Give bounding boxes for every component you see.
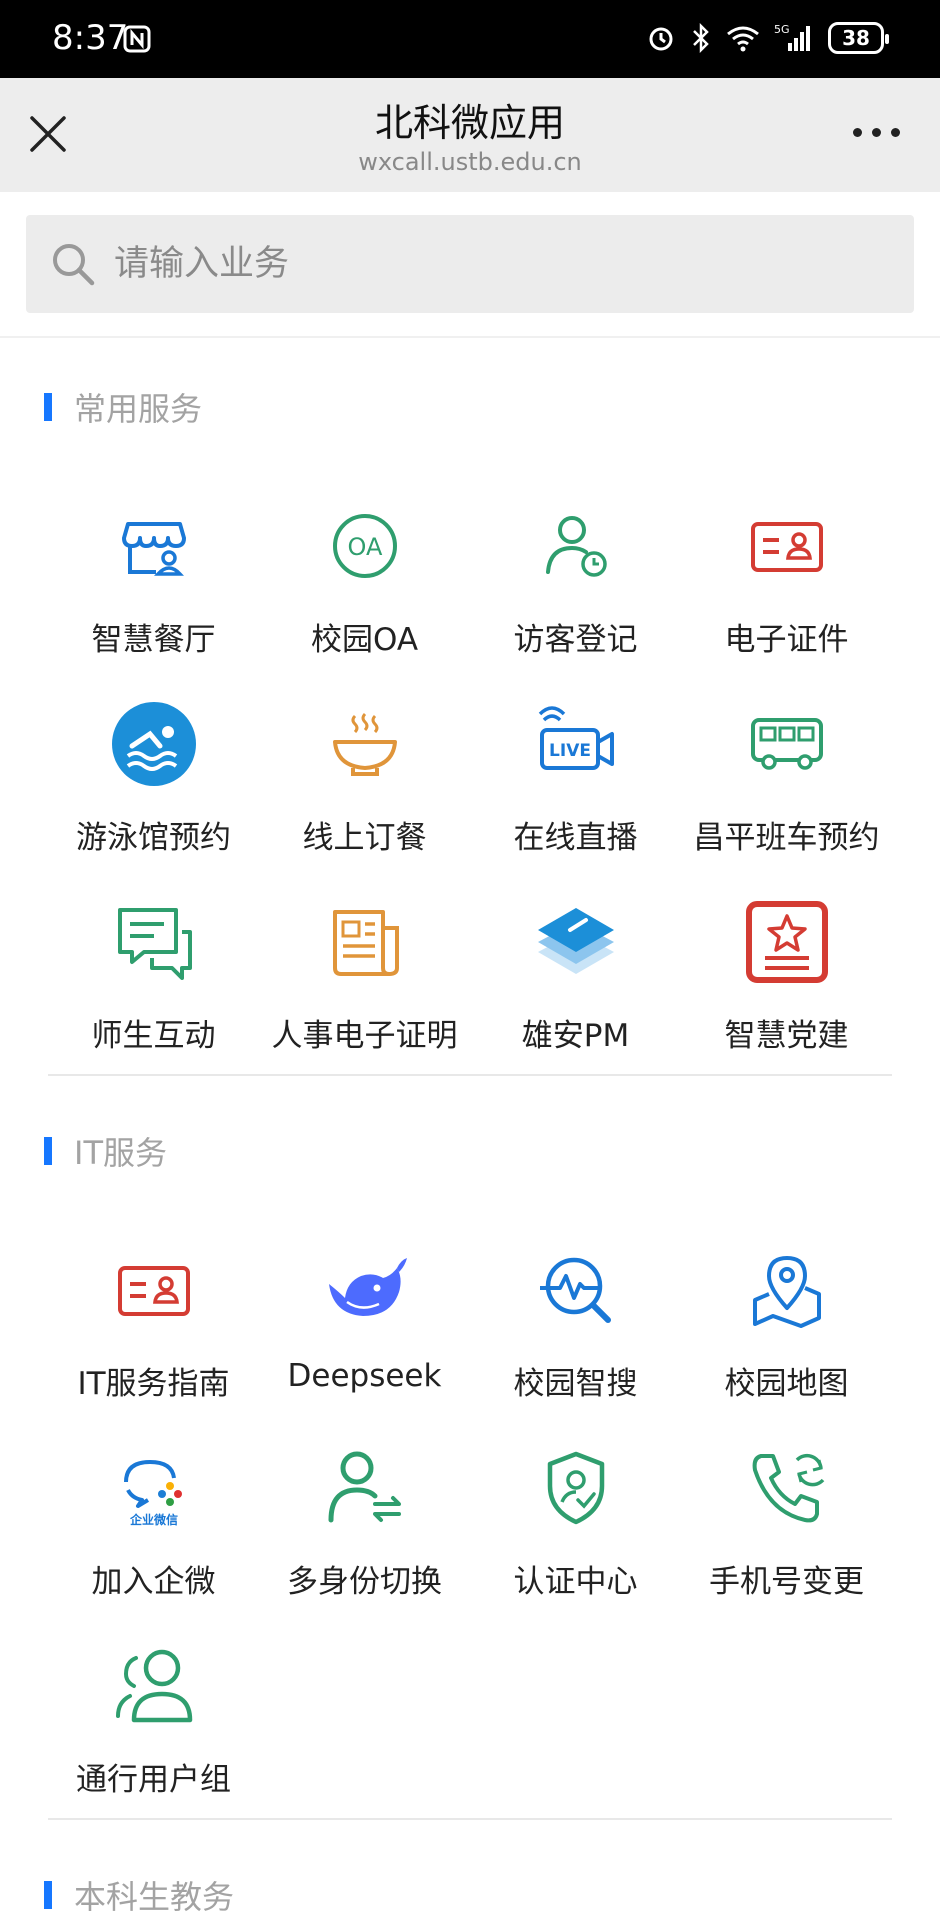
app-label: 游泳馆预约: [76, 820, 231, 856]
layers-icon: [537, 908, 614, 974]
party-star-icon: [745, 901, 828, 983]
app-label: 人事电子证明: [271, 1018, 458, 1054]
swimming-icon: [111, 702, 196, 786]
app-auth-center[interactable]: 认证中心: [470, 1430, 681, 1628]
page-url: wxcall.ustb.edu.cn: [358, 148, 582, 176]
nav-bar: 北科微应用 wxcall.ustb.edu.cn: [0, 78, 940, 192]
id-card-icon: [117, 1266, 190, 1316]
app-phone-change[interactable]: 手机号变更: [681, 1430, 892, 1628]
user-switch-icon: [328, 1451, 401, 1523]
app-e-certificate[interactable]: 电子证件: [681, 488, 892, 686]
status-time: 8:37: [52, 18, 129, 58]
visitor-icon: [545, 516, 607, 577]
app-label: 线上订餐: [302, 820, 427, 856]
app-label: 智慧餐厅: [91, 622, 216, 658]
app-label: IT服务指南: [77, 1366, 230, 1402]
id-card-icon: [750, 522, 823, 572]
app-visitor[interactable]: 访客登记: [470, 488, 681, 686]
status-bar: 8:37 5G 38: [0, 0, 940, 78]
app-label: Deepseek: [287, 1358, 442, 1394]
search-input[interactable]: [114, 244, 834, 284]
section-header-it: IT服务: [44, 1128, 167, 1174]
user-group-icon: [115, 1649, 192, 1723]
whale-icon: [328, 1258, 407, 1316]
bluetooth-icon: [693, 23, 709, 53]
alarm-icon: [649, 27, 673, 51]
app-deepseek[interactable]: Deepseek: [259, 1232, 470, 1430]
app-online-order[interactable]: 线上订餐: [259, 686, 470, 884]
restaurant-icon: [121, 522, 186, 576]
svg-text:5G: 5G: [774, 23, 790, 36]
section-title: IT服务: [74, 1134, 167, 1172]
app-join-wecom[interactable]: 企业微信 加入企微: [48, 1430, 259, 1628]
common-services-grid: 智慧餐厅 OA 校园OA 访客登记 电子证件 游泳馆预约 线上订餐 LIVE 在…: [48, 488, 892, 1082]
section-header-undergrad: 本科生教务: [44, 1872, 234, 1918]
pulse-search-icon: [539, 1257, 611, 1323]
battery-indicator: 38: [828, 22, 889, 54]
app-identity-switch[interactable]: 多身份切换: [259, 1430, 470, 1628]
app-hr-certificate[interactable]: 人事电子证明: [259, 884, 470, 1082]
svg-text:企业微信: 企业微信: [128, 1512, 177, 1527]
app-label: 加入企微: [91, 1564, 216, 1600]
nfc-icon: [123, 25, 151, 53]
app-label: 电子证件: [724, 622, 849, 658]
more-menu-icon[interactable]: [853, 128, 900, 137]
app-label: 师生互动: [91, 1018, 216, 1054]
app-label: 认证中心: [513, 1564, 638, 1600]
app-label: 通行用户组: [76, 1762, 231, 1798]
app-smart-party[interactable]: 智慧党建: [681, 884, 892, 1082]
app-label: 昌平班车预约: [693, 820, 880, 856]
signal-icon: 5G: [774, 23, 810, 51]
search-area: [0, 192, 940, 338]
map-pin-icon: [752, 1256, 821, 1328]
bus-icon: [750, 718, 823, 770]
app-live[interactable]: LIVE 在线直播: [470, 686, 681, 884]
app-teacher-student[interactable]: 师生互动: [48, 884, 259, 1082]
svg-text:OA: OA: [347, 533, 382, 561]
wecom-icon: 企业微信: [123, 1459, 182, 1527]
app-campus-search[interactable]: 校园智搜: [470, 1232, 681, 1430]
app-user-group[interactable]: 通行用户组: [48, 1628, 259, 1826]
page-title: 北科微应用: [374, 101, 565, 145]
app-label: 访客登记: [513, 622, 638, 658]
app-label: 在线直播: [513, 820, 638, 856]
app-smart-restaurant[interactable]: 智慧餐厅: [48, 488, 259, 686]
app-swimming[interactable]: 游泳馆预约: [48, 686, 259, 884]
app-shuttle-bus[interactable]: 昌平班车预约: [681, 686, 892, 884]
live-camera-icon: LIVE: [538, 706, 614, 770]
section-divider: [48, 1818, 892, 1820]
phone-refresh-icon: [752, 1453, 824, 1523]
document-icon: [332, 910, 399, 976]
wifi-icon: [727, 26, 759, 52]
app-label: 多身份切换: [287, 1564, 442, 1600]
app-campus-oa[interactable]: OA 校园OA: [259, 488, 470, 686]
food-bowl-icon: [332, 712, 397, 776]
app-label: 智慧党建: [724, 1018, 849, 1054]
app-label: 校园智搜: [513, 1366, 638, 1402]
app-label: 校园OA: [310, 622, 419, 658]
svg-text:LIVE: LIVE: [549, 741, 591, 761]
search-icon: [53, 244, 95, 286]
app-label: 雄安PM: [521, 1018, 630, 1054]
app-xiongan-pm[interactable]: 雄安PM: [470, 884, 681, 1082]
section-title: 本科生教务: [74, 1878, 235, 1916]
oa-icon: OA: [332, 514, 397, 578]
section-title: 常用服务: [74, 390, 203, 428]
chat-icon: [117, 908, 192, 980]
app-label: 手机号变更: [709, 1564, 864, 1600]
search-box[interactable]: [26, 215, 914, 313]
section-divider: [48, 1074, 892, 1076]
app-it-guide[interactable]: IT服务指南: [48, 1232, 259, 1430]
section-header-common: 常用服务: [44, 384, 202, 430]
app-campus-map[interactable]: 校园地图: [681, 1232, 892, 1430]
shield-check-icon: [547, 1451, 604, 1525]
app-label: 校园地图: [724, 1366, 849, 1402]
it-services-grid: IT服务指南 Deepseek 校园智搜 校园地图 企业微信 加入企微 多身份切…: [48, 1232, 892, 1826]
